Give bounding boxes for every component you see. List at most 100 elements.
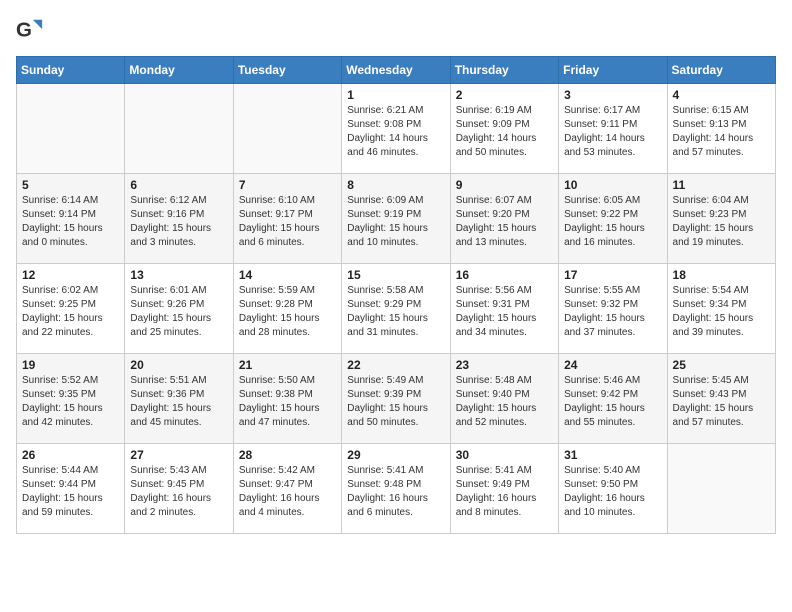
day-info: Sunrise: 6:02 AMSunset: 9:25 PMDaylight:… — [22, 284, 119, 340]
day-number: 28 — [239, 448, 336, 462]
day-number: 23 — [456, 358, 553, 372]
day-info: Sunrise: 5:56 AMSunset: 9:31 PMDaylight:… — [456, 284, 553, 340]
day-number: 5 — [22, 178, 119, 192]
day-number: 10 — [564, 178, 661, 192]
day-info: Sunrise: 5:51 AMSunset: 9:36 PMDaylight:… — [130, 374, 227, 430]
day-number: 12 — [22, 268, 119, 282]
day-info: Sunrise: 6:14 AMSunset: 9:14 PMDaylight:… — [22, 194, 119, 250]
weekday-header: Wednesday — [342, 57, 450, 84]
weekday-header: Tuesday — [233, 57, 341, 84]
calendar-cell: 12 Sunrise: 6:02 AMSunset: 9:25 PMDayligh… — [17, 264, 125, 354]
calendar-cell: 27 Sunrise: 5:43 AMSunset: 9:45 PMDayligh… — [125, 444, 233, 534]
calendar-cell: 6 Sunrise: 6:12 AMSunset: 9:16 PMDaylight… — [125, 174, 233, 264]
day-info: Sunrise: 6:05 AMSunset: 9:22 PMDaylight:… — [564, 194, 661, 250]
day-info: Sunrise: 5:52 AMSunset: 9:35 PMDaylight:… — [22, 374, 119, 430]
day-info: Sunrise: 6:15 AMSunset: 9:13 PMDaylight:… — [673, 104, 770, 160]
calendar-cell: 18 Sunrise: 5:54 AMSunset: 9:34 PMDayligh… — [667, 264, 775, 354]
calendar-cell — [667, 444, 775, 534]
day-info: Sunrise: 6:09 AMSunset: 9:19 PMDaylight:… — [347, 194, 444, 250]
day-info: Sunrise: 5:45 AMSunset: 9:43 PMDaylight:… — [673, 374, 770, 430]
weekday-header: Sunday — [17, 57, 125, 84]
day-info: Sunrise: 5:50 AMSunset: 9:38 PMDaylight:… — [239, 374, 336, 430]
calendar-cell: 29Sunrise: 5:41 AMSunset: 9:48 PMDayligh… — [342, 444, 450, 534]
calendar-cell: 15 Sunrise: 5:58 AMSunset: 9:29 PMDayligh… — [342, 264, 450, 354]
calendar-cell: 21 Sunrise: 5:50 AMSunset: 9:38 PMDayligh… — [233, 354, 341, 444]
weekday-header: Thursday — [450, 57, 558, 84]
calendar-cell: 1Sunrise: 6:21 AMSunset: 9:08 PMDaylight… — [342, 84, 450, 174]
day-number: 11 — [673, 178, 770, 192]
day-info: Sunrise: 6:10 AMSunset: 9:17 PMDaylight:… — [239, 194, 336, 250]
calendar-week-row: 19 Sunrise: 5:52 AMSunset: 9:35 PMDayligh… — [17, 354, 776, 444]
calendar-week-row: 1Sunrise: 6:21 AMSunset: 9:08 PMDaylight… — [17, 84, 776, 174]
calendar-table: SundayMondayTuesdayWednesdayThursdayFrid… — [16, 56, 776, 534]
calendar-cell: 11 Sunrise: 6:04 AMSunset: 9:23 PMDayligh… — [667, 174, 775, 264]
calendar-cell: 8 Sunrise: 6:09 AMSunset: 9:19 PMDaylight… — [342, 174, 450, 264]
day-info: Sunrise: 5:48 AMSunset: 9:40 PMDaylight:… — [456, 374, 553, 430]
day-info: Sunrise: 6:01 AMSunset: 9:26 PMDaylight:… — [130, 284, 227, 340]
day-info: Sunrise: 6:17 AMSunset: 9:11 PMDaylight:… — [564, 104, 661, 160]
day-info: Sunrise: 5:40 AMSunset: 9:50 PMDaylight:… — [564, 464, 661, 520]
calendar-week-row: 5 Sunrise: 6:14 AMSunset: 9:14 PMDaylight… — [17, 174, 776, 264]
calendar-cell: 23 Sunrise: 5:48 AMSunset: 9:40 PMDayligh… — [450, 354, 558, 444]
day-number: 1 — [347, 88, 444, 102]
day-number: 30 — [456, 448, 553, 462]
day-number: 31 — [564, 448, 661, 462]
day-number: 4 — [673, 88, 770, 102]
day-number: 3 — [564, 88, 661, 102]
day-number: 17 — [564, 268, 661, 282]
day-number: 27 — [130, 448, 227, 462]
day-info: Sunrise: 5:54 AMSunset: 9:34 PMDaylight:… — [673, 284, 770, 340]
calendar-cell: 25Sunrise: 5:45 AMSunset: 9:43 PMDayligh… — [667, 354, 775, 444]
logo-icon: G — [16, 16, 44, 44]
svg-text:G: G — [16, 19, 32, 42]
day-info: Sunrise: 5:42 AMSunset: 9:47 PMDaylight:… — [239, 464, 336, 520]
day-info: Sunrise: 6:19 AMSunset: 9:09 PMDaylight:… — [456, 104, 553, 160]
day-number: 24 — [564, 358, 661, 372]
day-info: Sunrise: 5:58 AMSunset: 9:29 PMDaylight:… — [347, 284, 444, 340]
day-info: Sunrise: 5:55 AMSunset: 9:32 PMDaylight:… — [564, 284, 661, 340]
calendar-cell: 28 Sunrise: 5:42 AMSunset: 9:47 PMDayligh… — [233, 444, 341, 534]
day-info: Sunrise: 5:59 AMSunset: 9:28 PMDaylight:… — [239, 284, 336, 340]
day-number: 2 — [456, 88, 553, 102]
calendar-cell: 22 Sunrise: 5:49 AMSunset: 9:39 PMDayligh… — [342, 354, 450, 444]
calendar-week-row: 12 Sunrise: 6:02 AMSunset: 9:25 PMDayligh… — [17, 264, 776, 354]
weekday-header: Friday — [559, 57, 667, 84]
day-info: Sunrise: 5:43 AMSunset: 9:45 PMDaylight:… — [130, 464, 227, 520]
day-info: Sunrise: 6:12 AMSunset: 9:16 PMDaylight:… — [130, 194, 227, 250]
calendar-cell: 31 Sunrise: 5:40 AMSunset: 9:50 PMDayligh… — [559, 444, 667, 534]
calendar-cell: 7Sunrise: 6:10 AMSunset: 9:17 PMDaylight… — [233, 174, 341, 264]
day-number: 16 — [456, 268, 553, 282]
day-number: 6 — [130, 178, 227, 192]
weekday-header: Saturday — [667, 57, 775, 84]
day-info: Sunrise: 5:41 AMSunset: 9:49 PMDaylight:… — [456, 464, 553, 520]
calendar-cell: 5 Sunrise: 6:14 AMSunset: 9:14 PMDaylight… — [17, 174, 125, 264]
calendar-cell — [125, 84, 233, 174]
day-number: 18 — [673, 268, 770, 282]
calendar-cell: 16 Sunrise: 5:56 AMSunset: 9:31 PMDayligh… — [450, 264, 558, 354]
day-number: 8 — [347, 178, 444, 192]
day-info: Sunrise: 6:07 AMSunset: 9:20 PMDaylight:… — [456, 194, 553, 250]
day-number: 22 — [347, 358, 444, 372]
calendar-header-row: SundayMondayTuesdayWednesdayThursdayFrid… — [17, 57, 776, 84]
calendar-week-row: 26Sunrise: 5:44 AMSunset: 9:44 PMDayligh… — [17, 444, 776, 534]
day-number: 21 — [239, 358, 336, 372]
calendar-cell: 30 Sunrise: 5:41 AMSunset: 9:49 PMDayligh… — [450, 444, 558, 534]
logo: G — [16, 16, 48, 44]
calendar-cell — [233, 84, 341, 174]
day-info: Sunrise: 6:04 AMSunset: 9:23 PMDaylight:… — [673, 194, 770, 250]
day-number: 19 — [22, 358, 119, 372]
calendar-cell: 9Sunrise: 6:07 AMSunset: 9:20 PMDaylight… — [450, 174, 558, 264]
day-info: Sunrise: 5:46 AMSunset: 9:42 PMDaylight:… — [564, 374, 661, 430]
calendar-cell: 10 Sunrise: 6:05 AMSunset: 9:22 PMDayligh… — [559, 174, 667, 264]
calendar-cell: 20 Sunrise: 5:51 AMSunset: 9:36 PMDayligh… — [125, 354, 233, 444]
calendar-cell: 4 Sunrise: 6:15 AMSunset: 9:13 PMDaylight… — [667, 84, 775, 174]
calendar-cell: 14 Sunrise: 5:59 AMSunset: 9:28 PMDayligh… — [233, 264, 341, 354]
day-number: 29 — [347, 448, 444, 462]
day-number: 15 — [347, 268, 444, 282]
calendar-cell: 26Sunrise: 5:44 AMSunset: 9:44 PMDayligh… — [17, 444, 125, 534]
day-info: Sunrise: 5:49 AMSunset: 9:39 PMDaylight:… — [347, 374, 444, 430]
calendar-cell — [17, 84, 125, 174]
calendar-cell: 13Sunrise: 6:01 AMSunset: 9:26 PMDayligh… — [125, 264, 233, 354]
day-number: 14 — [239, 268, 336, 282]
day-number: 20 — [130, 358, 227, 372]
